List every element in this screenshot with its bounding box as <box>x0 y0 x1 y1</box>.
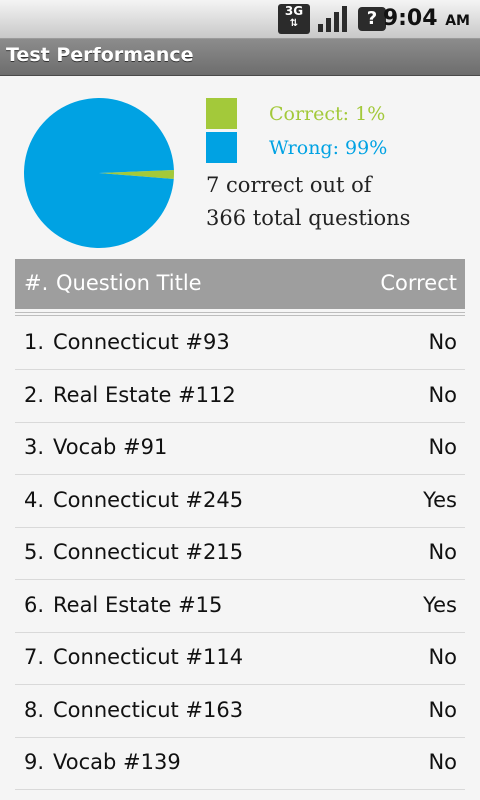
table-row[interactable]: 5. Connecticut #215 No <box>15 527 465 580</box>
header-correct: Correct <box>380 271 457 295</box>
status-clock: 9:04 AM <box>383 6 470 31</box>
network-type-label: 3G <box>284 4 304 18</box>
title-bar: Test Performance <box>0 39 480 76</box>
row-question-title: Connecticut #114 <box>53 645 244 669</box>
row-question-title: Connecticut #245 <box>53 488 244 512</box>
clock-time: 9:04 <box>382 6 438 31</box>
row-question-title: Connecticut #93 <box>53 330 230 354</box>
row-correct: Yes <box>423 488 457 512</box>
legend-label-correct: Correct: 1% <box>269 103 386 125</box>
row-number: 8. <box>24 698 45 722</box>
row-number: 9. <box>24 750 45 774</box>
summary-line-2: 366 total questions <box>206 206 411 230</box>
summary-line-1: 7 correct out of <box>206 173 372 197</box>
signal-strength-icon <box>318 4 348 34</box>
row-question-title: Real Estate #15 <box>53 593 223 617</box>
clock-ampm: AM <box>445 13 470 29</box>
table-row[interactable]: 6. Real Estate #15 Yes <box>15 580 465 633</box>
header-divider <box>15 315 465 316</box>
battery-unknown-icon: ? <box>358 7 386 31</box>
table-row[interactable]: 7. Connecticut #114 No <box>15 632 465 685</box>
row-correct: No <box>428 645 457 669</box>
table-row[interactable]: 1. Connecticut #93 No <box>15 317 465 370</box>
status-bar: 3G ⇅ ? 9:04 AM <box>0 0 480 39</box>
row-correct: No <box>428 435 457 459</box>
row-question-title: Real Estate #112 <box>53 383 236 407</box>
legend-swatch-correct <box>206 98 237 129</box>
row-number: 7. <box>24 645 45 669</box>
row-number: 1. <box>24 330 45 354</box>
table-row[interactable]: 2. Real Estate #112 No <box>15 370 465 423</box>
row-correct: No <box>428 383 457 407</box>
header-question-title: Question Title <box>56 271 202 295</box>
row-number: 5. <box>24 540 45 564</box>
network-3g-icon: 3G ⇅ <box>278 4 310 34</box>
table-row[interactable]: 8. Connecticut #163 No <box>15 685 465 738</box>
row-number: 4. <box>24 488 45 512</box>
row-question-title: Connecticut #215 <box>53 540 244 564</box>
row-question-title: Connecticut #163 <box>53 698 244 722</box>
page-title: Test Performance <box>6 44 194 66</box>
row-number: 2. <box>24 383 45 407</box>
header-divider <box>15 312 465 313</box>
header-number: #. <box>24 271 49 295</box>
row-correct: No <box>428 750 457 774</box>
performance-pie-chart <box>24 98 174 248</box>
legend-swatch-wrong <box>206 132 237 163</box>
legend-label-wrong: Wrong: 99% <box>269 137 388 159</box>
row-number: 3. <box>24 435 45 459</box>
row-correct: No <box>428 698 457 722</box>
row-question-title: Vocab #139 <box>53 750 181 774</box>
row-question-title: Vocab #91 <box>53 435 168 459</box>
row-correct: No <box>428 540 457 564</box>
data-arrows-icon: ⇅ <box>289 18 299 29</box>
row-correct: No <box>428 330 457 354</box>
table-header: #. Question Title Correct <box>15 259 465 309</box>
table-row[interactable]: 9. Vocab #139 No <box>15 737 465 790</box>
table-row[interactable]: 3. Vocab #91 No <box>15 422 465 475</box>
table-row[interactable]: 4. Connecticut #245 Yes <box>15 475 465 528</box>
row-number: 6. <box>24 593 45 617</box>
row-correct: Yes <box>423 593 457 617</box>
